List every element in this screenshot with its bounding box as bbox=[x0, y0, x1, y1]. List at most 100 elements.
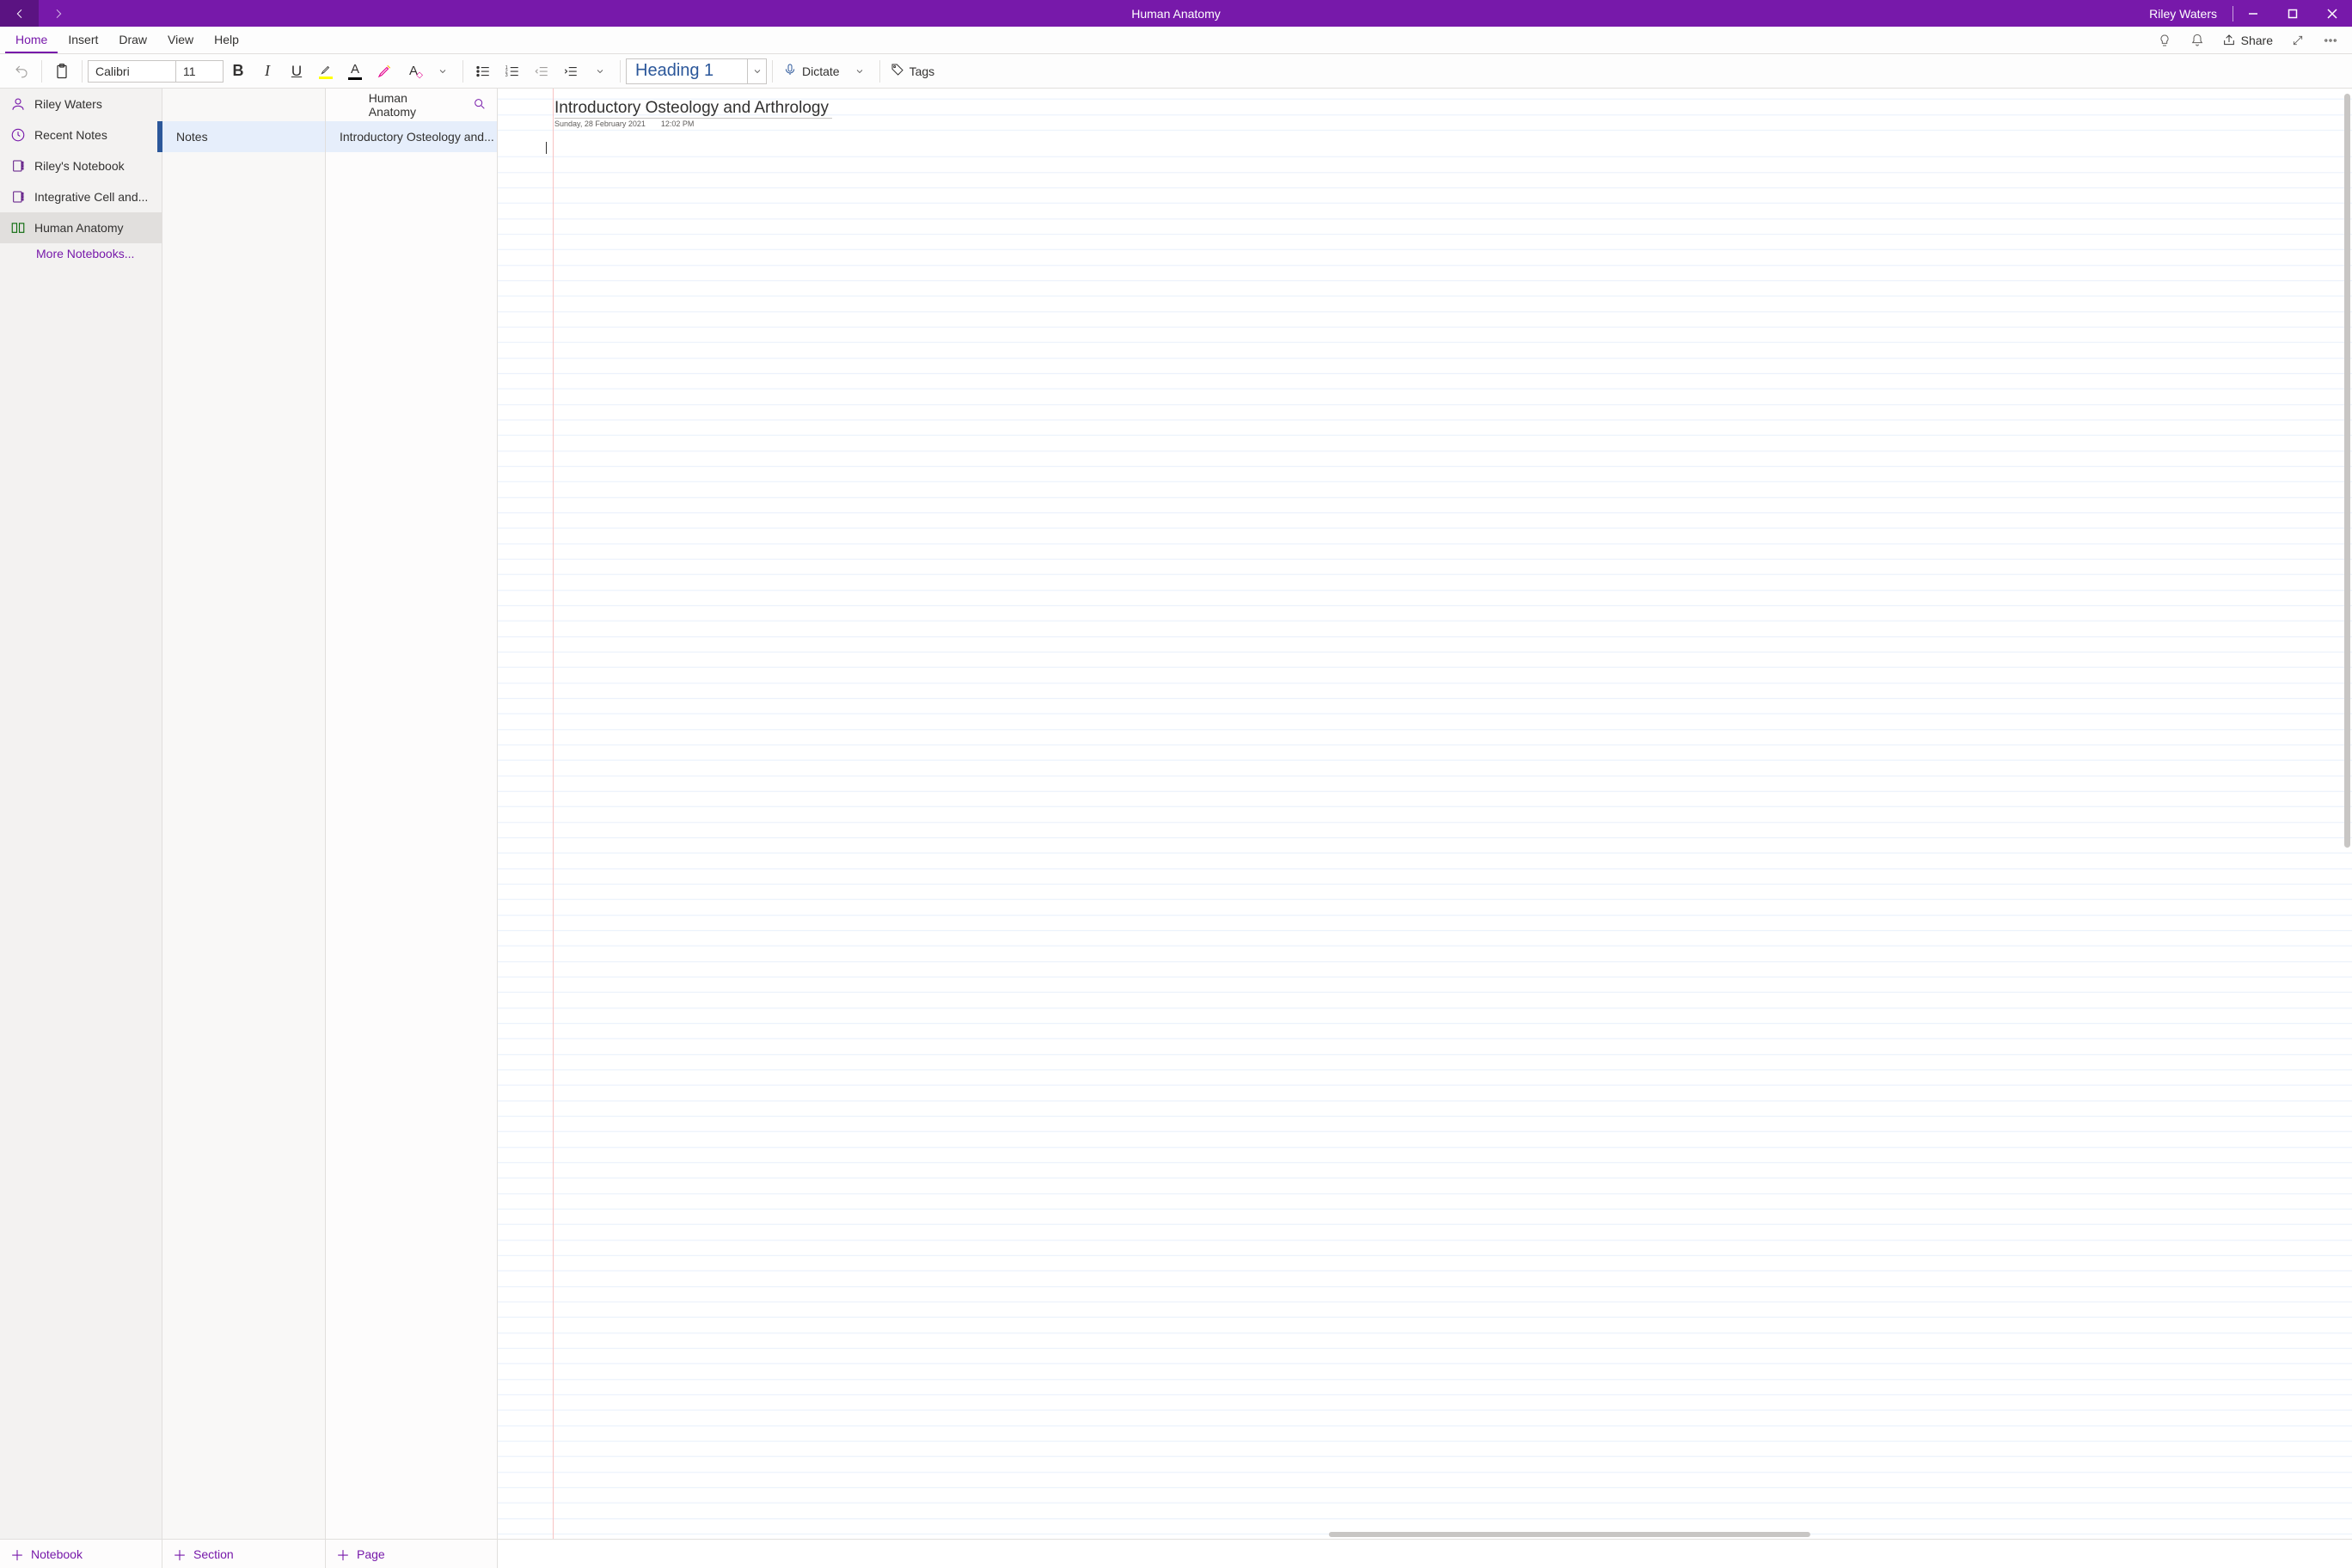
notebook-item-rileys[interactable]: Riley's Notebook bbox=[0, 150, 162, 181]
notebook-icon bbox=[10, 159, 26, 173]
separator bbox=[41, 60, 42, 83]
user-menu[interactable]: Riley Waters bbox=[2134, 7, 2233, 21]
notifications-icon[interactable] bbox=[2184, 27, 2210, 53]
pages-header-title: Human Anatomy bbox=[369, 91, 455, 119]
tags-label: Tags bbox=[910, 64, 935, 78]
italic-button[interactable]: I bbox=[253, 57, 282, 86]
separator bbox=[879, 60, 880, 83]
separator bbox=[772, 60, 773, 83]
open-notebook-icon bbox=[10, 220, 26, 236]
bottom-bar: ＋ Notebook ＋ Section ＋ Page bbox=[0, 1539, 2352, 1568]
separator bbox=[82, 60, 83, 83]
sections-panel: Notes bbox=[162, 89, 326, 1539]
maximize-button[interactable] bbox=[2273, 0, 2312, 27]
margin-line bbox=[553, 89, 554, 1539]
format-painter-button[interactable] bbox=[370, 57, 399, 86]
notebook-item-anatomy[interactable]: Human Anatomy bbox=[0, 212, 162, 243]
add-section-label: Section bbox=[193, 1547, 234, 1561]
titlebar: Human Anatomy Riley Waters bbox=[0, 0, 2352, 27]
document-title: Human Anatomy bbox=[1131, 7, 1221, 21]
font-size-input[interactable]: 11 bbox=[175, 60, 224, 83]
separator bbox=[620, 60, 621, 83]
dictate-button[interactable]: Dictate bbox=[778, 63, 845, 79]
underline-button[interactable]: U bbox=[282, 57, 311, 86]
section-item-notes[interactable]: Notes bbox=[162, 121, 325, 152]
plus-icon: ＋ bbox=[10, 1544, 24, 1565]
tab-draw[interactable]: Draw bbox=[108, 27, 157, 53]
text-cursor bbox=[546, 142, 547, 154]
person-icon bbox=[10, 96, 26, 112]
style-selector[interactable]: Heading 1 bbox=[626, 58, 767, 84]
notebook-label: Human Anatomy bbox=[34, 221, 124, 235]
horizontal-scrollbar[interactable] bbox=[1328, 1532, 1810, 1537]
add-page-button[interactable]: ＋ Page bbox=[326, 1540, 498, 1568]
tab-view[interactable]: View bbox=[157, 27, 204, 53]
paragraph-more-dropdown[interactable] bbox=[585, 57, 615, 86]
fullscreen-icon[interactable] bbox=[2285, 27, 2311, 53]
account-button[interactable]: Riley Waters bbox=[0, 89, 162, 119]
tag-icon bbox=[891, 63, 904, 79]
plus-icon: ＋ bbox=[336, 1544, 350, 1565]
outdent-button[interactable] bbox=[527, 57, 556, 86]
main-area: Riley Waters Recent Notes Riley's Notebo… bbox=[0, 89, 2352, 1539]
add-notebook-label: Notebook bbox=[31, 1547, 83, 1561]
tab-help[interactable]: Help bbox=[204, 27, 249, 53]
numbered-list-button[interactable]: 123 bbox=[498, 57, 527, 86]
undo-button[interactable] bbox=[7, 57, 36, 86]
highlight-button[interactable] bbox=[311, 57, 340, 86]
page-meta: Sunday, 28 February 2021 12:02 PM bbox=[554, 119, 694, 128]
minimize-button[interactable] bbox=[2233, 0, 2273, 27]
add-notebook-button[interactable]: ＋ Notebook bbox=[0, 1540, 162, 1568]
account-label: Riley Waters bbox=[34, 97, 102, 111]
indent-button[interactable] bbox=[556, 57, 585, 86]
svg-text:3: 3 bbox=[505, 73, 508, 78]
page-time: 12:02 PM bbox=[661, 119, 695, 128]
style-label: Heading 1 bbox=[627, 61, 747, 81]
bold-button[interactable]: B bbox=[224, 57, 253, 86]
lightbulb-icon[interactable] bbox=[2152, 27, 2177, 53]
more-icon[interactable] bbox=[2318, 27, 2343, 53]
notebook-item-integrative[interactable]: Integrative Cell and... bbox=[0, 181, 162, 212]
share-label: Share bbox=[2241, 34, 2273, 47]
tags-button[interactable]: Tags bbox=[885, 63, 940, 79]
dictate-dropdown[interactable] bbox=[845, 57, 874, 86]
bullet-list-button[interactable] bbox=[469, 57, 498, 86]
font-name-input[interactable]: Calibri bbox=[88, 60, 175, 83]
add-section-button[interactable]: ＋ Section bbox=[162, 1540, 326, 1568]
clock-icon bbox=[10, 127, 26, 143]
recent-notes-label: Recent Notes bbox=[34, 128, 107, 142]
share-button[interactable]: Share bbox=[2217, 34, 2278, 47]
forward-button[interactable] bbox=[39, 0, 77, 27]
close-button[interactable] bbox=[2312, 0, 2352, 27]
section-label: Notes bbox=[176, 130, 208, 144]
more-notebooks-link[interactable]: More Notebooks... bbox=[0, 243, 162, 260]
ribbon-tabs: Home Insert Draw View Help Share bbox=[0, 27, 2352, 54]
font-color-button[interactable]: A bbox=[340, 57, 370, 86]
ribbon-toolbar: Calibri 11 B I U A A◇ 123 bbox=[0, 54, 2352, 89]
font-more-dropdown[interactable] bbox=[428, 57, 457, 86]
notebooks-panel: Riley Waters Recent Notes Riley's Notebo… bbox=[0, 89, 162, 1539]
back-button[interactable] bbox=[0, 0, 39, 27]
notebook-icon bbox=[10, 190, 26, 204]
microphone-icon bbox=[783, 63, 797, 79]
separator bbox=[462, 60, 463, 83]
tab-home[interactable]: Home bbox=[5, 27, 58, 53]
vertical-scrollbar[interactable] bbox=[2344, 94, 2350, 848]
page-title[interactable]: Introductory Osteology and Arthrology bbox=[554, 99, 832, 119]
search-button[interactable] bbox=[473, 97, 487, 113]
pages-panel: Human Anatomy Introductory Osteology and… bbox=[326, 89, 498, 1539]
clipboard-button[interactable] bbox=[47, 57, 77, 86]
chevron-down-icon[interactable] bbox=[747, 59, 766, 83]
dictate-label: Dictate bbox=[802, 64, 840, 78]
note-canvas[interactable]: Introductory Osteology and Arthrology Su… bbox=[498, 89, 2352, 1539]
tab-insert[interactable]: Insert bbox=[58, 27, 108, 53]
canvas-wrap: Introductory Osteology and Arthrology Su… bbox=[498, 89, 2352, 1539]
notebook-label: Riley's Notebook bbox=[34, 159, 125, 173]
notebook-label: Integrative Cell and... bbox=[34, 190, 148, 204]
page-date: Sunday, 28 February 2021 bbox=[554, 119, 646, 128]
add-page-label: Page bbox=[357, 1547, 385, 1561]
plus-icon: ＋ bbox=[173, 1544, 187, 1565]
recent-notes-button[interactable]: Recent Notes bbox=[0, 119, 162, 150]
clear-formatting-button[interactable]: A◇ bbox=[399, 57, 428, 86]
page-item[interactable]: Introductory Osteology and... bbox=[326, 121, 497, 152]
